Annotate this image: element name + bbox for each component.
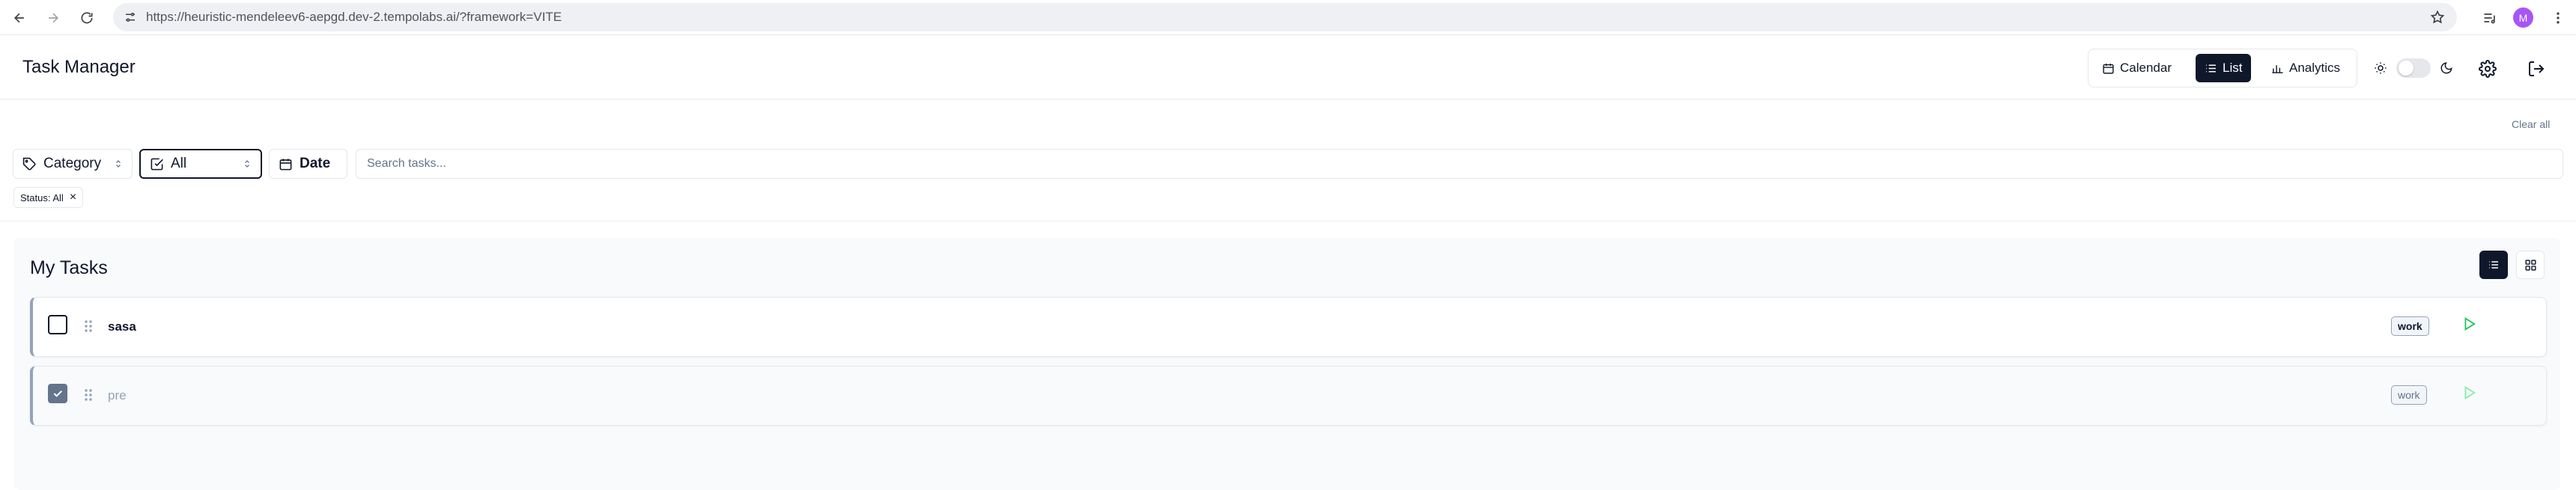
list-icon [2489,261,2498,269]
logout-icon [2529,61,2545,76]
gear-icon [2479,60,2497,78]
task-category-tag: work [2391,385,2427,405]
chevron-up-down-icon [245,160,249,168]
status-filter-value: All [171,156,187,171]
calendar-view-button[interactable]: Calendar [2093,54,2181,82]
url-path: /?framework=VITE [455,10,562,24]
back-button[interactable] [8,7,31,29]
sun-icon [2375,62,2387,74]
date-filter-label: Date [300,156,331,171]
reload-button[interactable] [76,7,98,29]
task-name: pre [108,388,127,402]
category-filter[interactable]: Category [13,149,133,179]
tag-icon [22,157,36,171]
start-timer-button[interactable] [2461,316,2477,332]
url-host: https://heuristic-mendeleev6-aepgd.dev-2… [146,10,456,24]
drag-handle-icon[interactable] [83,319,94,334]
clear-all-link[interactable]: Clear all [2512,118,2550,130]
check-square-icon [151,158,163,170]
profile-avatar[interactable]: M [2513,7,2533,28]
analytics-view-label: Analytics [2289,61,2341,75]
start-timer-button[interactable] [2461,385,2477,401]
task-name: sasa [108,319,136,334]
date-filter[interactable]: Date [269,149,347,179]
task-row[interactable]: pre work [30,366,2547,426]
more-menu-icon[interactable] [2547,7,2569,29]
browser-toolbar: https://heuristic-mendeleev6-aepgd.dev-2… [0,0,2576,35]
status-filter-chip: Status: All × [13,187,84,208]
tasks-title: My Tasks [30,257,108,278]
dark-mode-switch[interactable] [2396,58,2431,78]
list-view-label: List [2223,61,2243,75]
calendar-icon [2103,63,2114,74]
settings-button[interactable] [2474,55,2501,82]
forward-button[interactable] [42,7,64,29]
status-filter[interactable]: All [139,149,262,179]
task-checkbox[interactable] [48,384,67,403]
check-icon [53,390,63,397]
remove-filter-icon[interactable]: × [70,192,76,203]
bar-chart-icon [2272,64,2283,73]
address-bar[interactable]: https://heuristic-mendeleev6-aepgd.dev-2… [113,3,2457,31]
play-icon [2464,386,2476,399]
list-icon [2206,64,2216,72]
grid-icon [2524,259,2536,271]
arrow-left-icon [13,13,24,23]
task-row[interactable]: sasa work [30,297,2547,357]
task-category-tag: work [2391,316,2429,336]
search-input[interactable] [356,149,2563,179]
app-header: Task Manager Calendar List Analytics [0,36,2576,99]
view-switcher: Calendar List Analytics [2088,49,2357,88]
play-icon [2464,317,2476,331]
logout-button[interactable] [2523,55,2550,82]
reload-icon [81,12,93,24]
calendar-view-label: Calendar [2120,61,2172,75]
list-view-button[interactable]: List [2196,54,2252,82]
theme-toggle [2374,55,2453,81]
list-layout-button[interactable] [2479,251,2508,279]
status-chip-label: Status: All [20,192,64,203]
calendar-icon [279,158,292,170]
drag-handle-icon[interactable] [83,388,94,402]
tasks-panel: My Tasks sasa work pre work [14,238,2560,490]
bookmark-star-icon[interactable] [2430,10,2445,25]
site-info-icon[interactable] [116,3,145,31]
moon-icon [2440,62,2452,74]
media-controls-icon[interactable] [2479,7,2501,29]
arrow-right-icon [49,13,59,23]
switch-knob [2399,61,2414,76]
grid-layout-button[interactable] [2516,251,2545,279]
app-title: Task Manager [22,57,136,77]
url-text[interactable]: https://heuristic-mendeleev6-aepgd.dev-2… [146,10,562,25]
category-filter-label: Category [43,156,102,171]
analytics-view-button[interactable]: Analytics [2262,54,2349,82]
chevron-up-down-icon [116,160,121,168]
task-checkbox[interactable] [48,315,67,334]
